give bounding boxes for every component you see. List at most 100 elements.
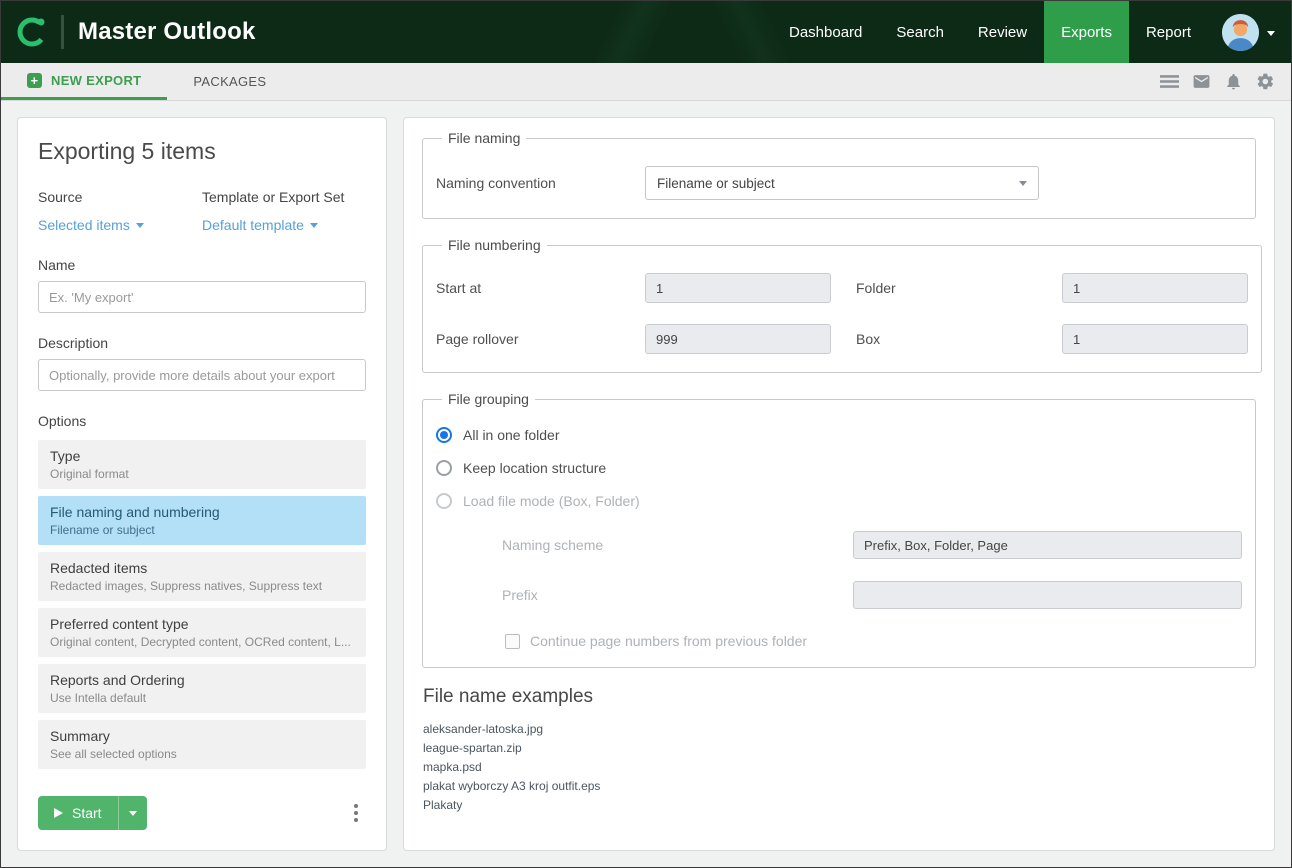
option-title: Summary [50,728,354,744]
description-label: Description [38,335,366,351]
start-options-caret[interactable] [118,796,147,830]
option-item-reports-ordering[interactable]: Reports and Ordering Use Intella default [38,664,366,713]
export-setup-panel: Exporting 5 items Source Template or Exp… [17,117,387,851]
page-title: Exporting 5 items [38,138,366,165]
app-logo-icon [15,15,49,49]
naming-scheme-label: Naming scheme [502,537,853,553]
logo-divider [61,15,64,49]
option-item-preferred-content[interactable]: Preferred content type Original content,… [38,608,366,657]
naming-convention-value: Filename or subject [657,176,775,191]
export-name-input[interactable] [38,281,366,313]
option-subtitle: Filename or subject [50,523,354,537]
option-subtitle: Use Intella default [50,691,354,705]
nav-item-report[interactable]: Report [1129,1,1208,63]
nav-item-exports[interactable]: Exports [1044,1,1129,63]
template-dropdown-label: Default template [202,217,304,233]
page: Master Outlook Dashboard Search Review E… [0,0,1292,868]
list-view-icon[interactable] [1160,72,1179,91]
folder-input[interactable] [1062,273,1248,303]
option-item-file-naming[interactable]: File naming and numbering Filename or su… [38,496,366,545]
new-export-plus-icon [27,73,42,88]
start-button[interactable]: Start [38,796,118,830]
source-dropdown-label: Selected items [38,217,130,233]
folder-label: Folder [831,280,1062,296]
source-dropdown[interactable]: Selected items [38,217,144,233]
more-options-menu[interactable] [346,800,366,826]
app-title: Master Outlook [78,18,256,46]
nav-item-search[interactable]: Search [879,1,961,63]
nav-item-review[interactable]: Review [961,1,1044,63]
page-rollover-label: Page rollover [436,331,645,347]
file-name-examples-title: File name examples [423,686,1256,708]
radio-keep-location-structure-label: Keep location structure [463,460,606,476]
option-title: Reports and Ordering [50,672,354,688]
template-label: Template or Export Set [202,189,366,205]
example-item: league-spartan.zip [422,741,1256,755]
option-item-type[interactable]: Type Original format [38,440,366,489]
box-input[interactable] [1062,324,1248,354]
file-naming-legend: File naming [442,130,526,146]
option-subtitle: Redacted images, Suppress natives, Suppr… [50,579,354,593]
start-at-label: Start at [436,280,645,296]
options-list: Type Original format File naming and num… [38,440,366,776]
continue-page-numbers-checkbox [505,634,520,649]
file-name-examples-list: aleksander-latoska.jpg league-spartan.zi… [422,722,1256,812]
options-label: Options [38,413,366,429]
prefix-label: Prefix [502,587,853,603]
option-title: Redacted items [50,560,354,576]
user-menu-caret-icon[interactable] [1267,23,1275,41]
tab-new-export[interactable]: NEW EXPORT [1,63,167,100]
naming-convention-select[interactable]: Filename or subject [645,166,1039,200]
naming-convention-label: Naming convention [436,175,645,191]
example-item: mapka.psd [422,760,1256,774]
file-naming-section: File naming Naming convention Filename o… [422,130,1256,219]
continue-page-numbers-label: Continue page numbers from previous fold… [530,633,807,649]
template-dropdown[interactable]: Default template [202,217,318,233]
play-icon [54,808,63,818]
naming-scheme-input [853,531,1242,559]
radio-load-file-mode-label: Load file mode (Box, Folder) [463,493,640,509]
file-numbering-legend: File numbering [442,237,547,253]
file-grouping-section: File grouping All in one folder Keep loc… [422,391,1256,668]
tab-new-export-label: NEW EXPORT [51,73,141,88]
start-split-button: Start [38,796,147,830]
mail-icon[interactable] [1192,72,1211,91]
box-label: Box [831,331,1062,347]
option-subtitle: Original format [50,467,354,481]
sub-nav-bar: NEW EXPORT PACKAGES [1,63,1291,101]
example-item: plakat wyborczy A3 kroj outfit.eps [422,779,1256,793]
file-numbering-section: File numbering Start at Folder Page roll… [422,237,1262,373]
option-item-summary[interactable]: Summary See all selected options [38,720,366,769]
option-title: Preferred content type [50,616,354,632]
prefix-input [853,581,1242,609]
file-grouping-legend: File grouping [442,391,535,407]
export-description-input[interactable] [38,359,366,391]
start-at-input[interactable] [645,273,831,303]
name-label: Name [38,257,366,273]
radio-all-in-one-folder[interactable] [436,427,452,443]
source-label: Source [38,189,202,205]
option-subtitle: Original content, Decrypted content, OCR… [50,635,354,649]
option-subtitle: See all selected options [50,747,354,761]
example-item: Plakaty [422,798,1256,812]
notifications-bell-icon[interactable] [1224,72,1243,91]
page-rollover-input[interactable] [645,324,831,354]
tab-packages-label: PACKAGES [193,74,266,89]
main-content: Exporting 5 items Source Template or Exp… [1,101,1291,867]
main-nav: Dashboard Search Review Exports Report [772,1,1291,63]
user-avatar[interactable] [1222,14,1259,51]
nav-item-dashboard[interactable]: Dashboard [772,1,879,63]
start-button-label: Start [72,805,102,821]
option-title: File naming and numbering [50,504,354,520]
export-settings-panel: File naming Naming convention Filename o… [403,117,1275,851]
option-title: Type [50,448,354,464]
radio-keep-location-structure[interactable] [436,460,452,476]
tab-packages[interactable]: PACKAGES [167,63,292,100]
radio-all-in-one-folder-label: All in one folder [463,427,560,443]
select-caret-icon [1019,181,1027,186]
example-item: aleksander-latoska.jpg [422,722,1256,736]
settings-gear-icon[interactable] [1256,72,1275,91]
app-header: Master Outlook Dashboard Search Review E… [1,1,1291,63]
option-item-redacted-items[interactable]: Redacted items Redacted images, Suppress… [38,552,366,601]
radio-load-file-mode [436,493,452,509]
